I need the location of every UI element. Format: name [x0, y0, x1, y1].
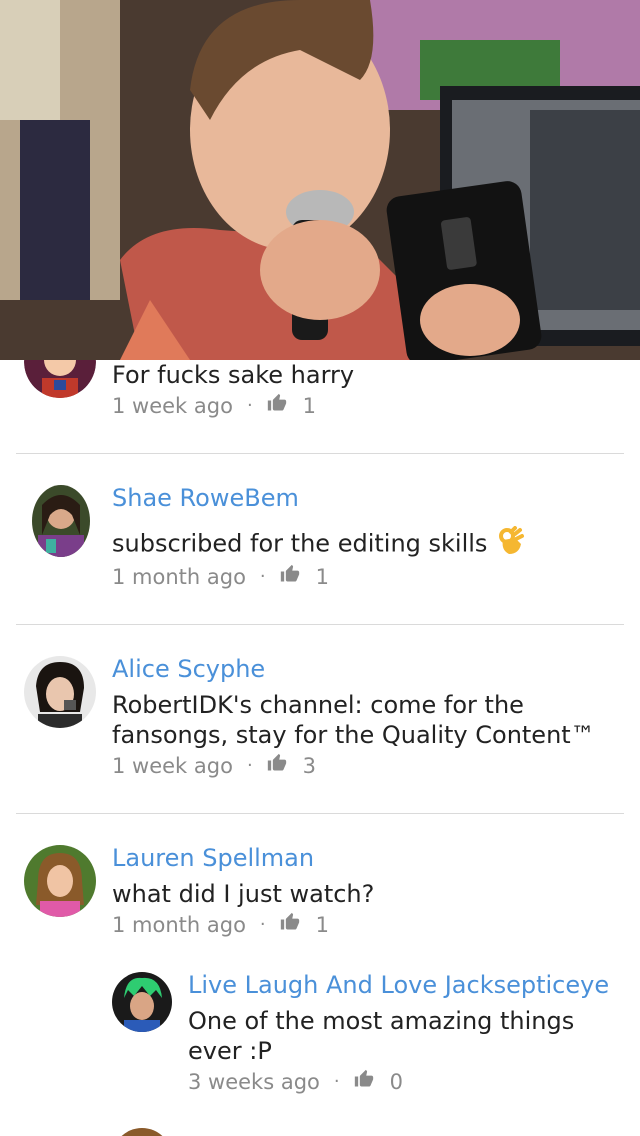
like-count: 1	[302, 393, 317, 418]
ok-hand-icon	[497, 526, 525, 563]
avatar[interactable]	[112, 1128, 172, 1136]
meta-separator: ·	[246, 755, 253, 776]
comment-author[interactable]: Live Laugh And Love Jacksepticeye	[188, 971, 609, 999]
comment-author[interactable]: Alice Scyphe	[112, 655, 265, 683]
comment-text: One of the most amazing things ever :P	[188, 1007, 575, 1065]
divider	[16, 624, 624, 625]
comment-meta: 3 weeks ago · 0	[188, 1069, 403, 1094]
comment-time: 1 month ago	[112, 912, 246, 937]
like-count: 1	[315, 564, 330, 589]
like-count: 0	[389, 1069, 403, 1094]
meta-separator: ·	[259, 566, 266, 587]
comment-meta: 1 week ago · 1	[112, 393, 316, 418]
comment-text: what did I just watch?	[112, 880, 375, 908]
avatar[interactable]	[32, 485, 90, 557]
comment-text: For fucks sake harry	[112, 361, 355, 389]
meta-separator: ·	[333, 1071, 340, 1092]
comment-meta: 1 month ago · 1	[112, 564, 329, 589]
thumbs-up-icon[interactable]	[280, 564, 300, 589]
thumbs-up-icon[interactable]	[280, 912, 300, 937]
comment-meta: 1 week ago · 3	[112, 753, 316, 778]
video-frame	[0, 0, 640, 360]
comment-time: 1 week ago	[112, 753, 233, 778]
meta-separator: ·	[246, 395, 253, 416]
avatar[interactable]	[24, 845, 96, 917]
divider	[16, 813, 624, 814]
like-count: 3	[302, 753, 317, 778]
thumbs-up-icon[interactable]	[354, 1069, 374, 1094]
divider	[16, 453, 624, 454]
comment-time: 3 weeks ago	[188, 1069, 320, 1094]
avatar[interactable]	[24, 656, 96, 728]
comment-text: RobertIDK's channel: come for the fanson…	[112, 691, 595, 749]
comment-meta: 1 month ago · 1	[112, 912, 329, 937]
avatar[interactable]	[112, 972, 172, 1032]
like-count: 1	[315, 912, 330, 937]
comment-time: 1 month ago	[112, 564, 246, 589]
meta-separator: ·	[259, 914, 266, 935]
comment-text-row: subscribed for the editing skills	[112, 526, 632, 563]
thumbs-up-icon[interactable]	[267, 753, 287, 778]
thumbs-up-icon[interactable]	[267, 393, 287, 418]
comment-text: subscribed for the editing skills	[112, 529, 488, 558]
video-player[interactable]	[0, 0, 640, 360]
comment-author[interactable]: Lauren Spellman	[112, 844, 314, 872]
comment-time: 1 week ago	[112, 393, 233, 418]
comment-author[interactable]: Shae RoweBem	[112, 484, 299, 512]
